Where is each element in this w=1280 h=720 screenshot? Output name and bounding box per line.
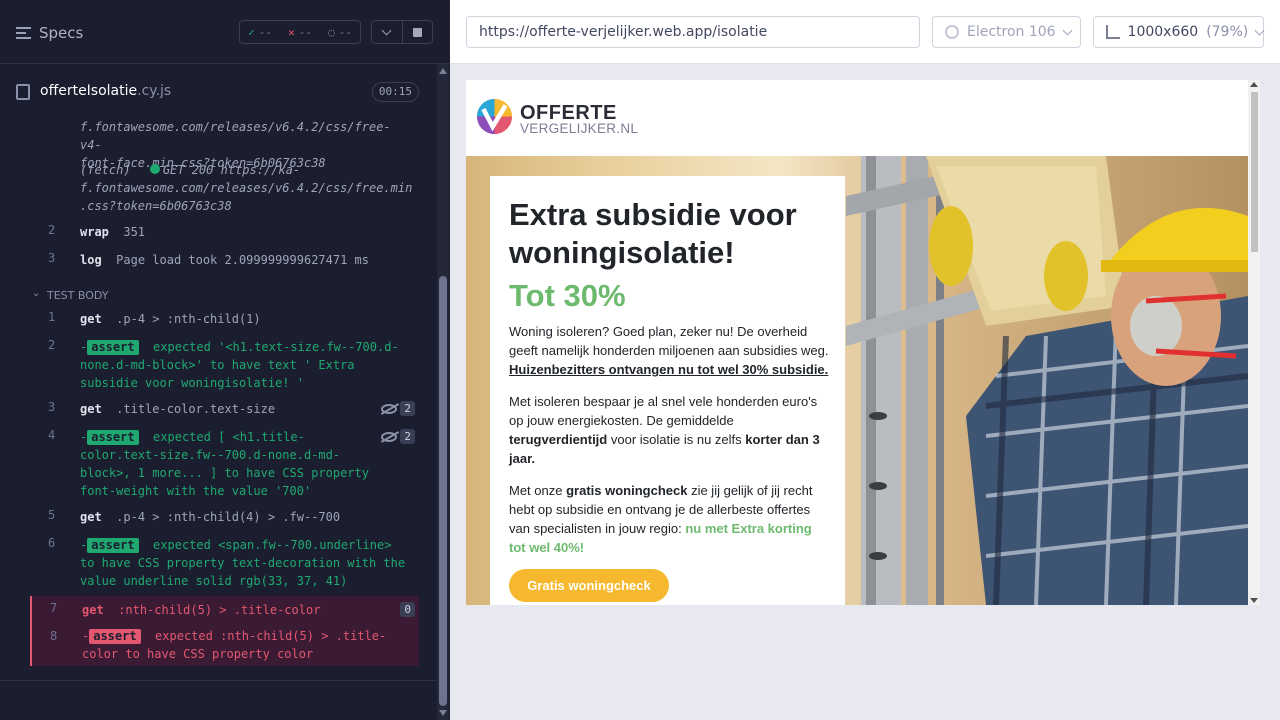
- scrollbar-thumb[interactable]: [439, 276, 447, 706]
- chevron-down-icon: [381, 25, 392, 35]
- element-count-badge: 2: [381, 429, 415, 444]
- viewport-selector[interactable]: 1000x660 (79%): [1093, 16, 1265, 48]
- scroll-up-icon: [439, 68, 447, 74]
- gratis-woningcheck-button[interactable]: Gratis woningcheck: [509, 569, 669, 602]
- url-bar[interactable]: https://offerte-verjelijker.web.app/isol…: [466, 16, 920, 48]
- logo-text-secondary: VERGELIJKER.NL: [520, 121, 639, 136]
- stop-button[interactable]: [403, 21, 433, 43]
- savings-paragraph: Met isoleren bespaar je al snel vele hon…: [509, 394, 820, 466]
- status-dot-icon: [149, 164, 160, 174]
- specs-label: Specs: [39, 24, 84, 42]
- command-log: f.fontawesome.com/releases/v6.4.2/css/fr…: [30, 118, 419, 678]
- command-row[interactable]: 5 get .p-4 > :nth-child(4) > .fw--700: [30, 508, 419, 526]
- x-icon: ✕: [288, 25, 295, 39]
- iframe-scrollbar[interactable]: [1248, 80, 1260, 605]
- test-stats: ✓ -- ✕ -- ◌ --: [239, 20, 361, 44]
- command-row[interactable]: 6 - assert expected <span.fw--700.underli…: [30, 536, 419, 590]
- command-row[interactable]: 1 get .p-4 > :nth-child(1): [30, 310, 419, 328]
- command-row[interactable]: 4 - assert expected [ <h1.title- color.te…: [30, 428, 419, 500]
- spec-file-row[interactable]: offerteIsolatie.cy.js 00:15: [16, 78, 420, 106]
- collapse-button[interactable]: [372, 21, 403, 43]
- site-header: OFFERTE VERGELIJKER.NL: [466, 80, 1248, 156]
- command-row[interactable]: 2 - assert expected '<h1.text-size.fw--70…: [30, 338, 419, 392]
- element-count-badge: 2: [381, 401, 415, 416]
- eye-slash-icon: [381, 431, 398, 442]
- logo-icon: [476, 98, 513, 135]
- reporter-scrollbar[interactable]: [437, 64, 449, 720]
- failed-stat: ✕ --: [288, 25, 312, 39]
- spec-file-name: offerteIsolatie.cy.js: [40, 83, 172, 99]
- chevron-down-icon: ⌄: [32, 288, 41, 299]
- subsidy-highlight: Huizenbezitters ontvangen nu tot wel 30%…: [509, 362, 829, 377]
- passed-stat: ✓ --: [248, 25, 272, 39]
- aut-header: https://offerte-verjelijker.web.app/isol…: [450, 0, 1280, 64]
- divider: [0, 680, 436, 681]
- specs-toggle-button[interactable]: Specs: [16, 22, 86, 44]
- scroll-up-icon: [1250, 82, 1258, 87]
- hero-title: Extra subsidie voor woningisolatie!: [509, 197, 797, 270]
- log-row[interactable]: 3 log Page load took 2.099999999627471 m…: [30, 251, 419, 269]
- app-under-test-panel: https://offerte-verjelijker.web.app/isol…: [450, 0, 1280, 720]
- cypress-reporter: Specs ✓ -- ✕ -- ◌ -- offerteIsolatie.cy.js …: [0, 0, 450, 720]
- chevron-down-icon: [1254, 25, 1265, 35]
- hero-section: Extra subsidie voor woningisolatie! Tot …: [466, 156, 1248, 605]
- intro-paragraph: Woning isoleren? Goed plan, zeker nu! De…: [509, 324, 829, 377]
- command-row[interactable]: 3 get .title-color.text-size 2: [30, 400, 419, 418]
- document-icon: [16, 84, 30, 100]
- specs-bar: Specs ✓ -- ✕ -- ◌ --: [0, 0, 450, 64]
- scrollbar-thumb[interactable]: [1251, 92, 1258, 252]
- check-icon: ✓: [248, 25, 255, 39]
- electron-icon: [945, 25, 959, 39]
- scroll-down-icon: [1250, 598, 1258, 603]
- aut-iframe: OFFERTE VERGELIJKER.NL Extra subsidie vo…: [466, 80, 1260, 605]
- hero-card: Extra subsidie voor woningisolatie! Tot …: [490, 176, 845, 605]
- scroll-down-icon: [439, 710, 447, 716]
- list-icon: [16, 27, 31, 39]
- chevron-down-icon: [1062, 25, 1073, 35]
- run-controls: [371, 20, 433, 44]
- hero-percentage: Tot 30%: [509, 278, 626, 313]
- spec-timer: 00:15: [371, 82, 419, 102]
- command-row-failed[interactable]: 8 - assert expected :nth-child(5) > .titl…: [30, 624, 419, 666]
- ruler-icon: [1106, 25, 1120, 39]
- log-row[interactable]: f.fontawesome.com/releases/v6.4.2/css/fr…: [30, 118, 419, 170]
- command-row-failed[interactable]: 7 get :nth-child(5) > .title-color 0: [30, 596, 419, 624]
- woningcheck-paragraph: Met onze gratis woningcheck zie jij geli…: [509, 483, 813, 555]
- test-body-header[interactable]: ⌄ TEST BODY: [30, 286, 419, 308]
- circle-notch-icon: ◌: [328, 25, 335, 39]
- pending-stat: ◌ --: [328, 25, 352, 39]
- log-row[interactable]: (fetch) GET 200 https://ka- f.fontawesom…: [30, 161, 419, 215]
- browser-selector[interactable]: Electron 106: [932, 16, 1081, 48]
- log-row[interactable]: 2 wrap 351: [30, 223, 419, 241]
- eye-slash-icon: [381, 403, 398, 414]
- stop-icon: [412, 27, 422, 37]
- element-count-badge: 0: [400, 602, 415, 617]
